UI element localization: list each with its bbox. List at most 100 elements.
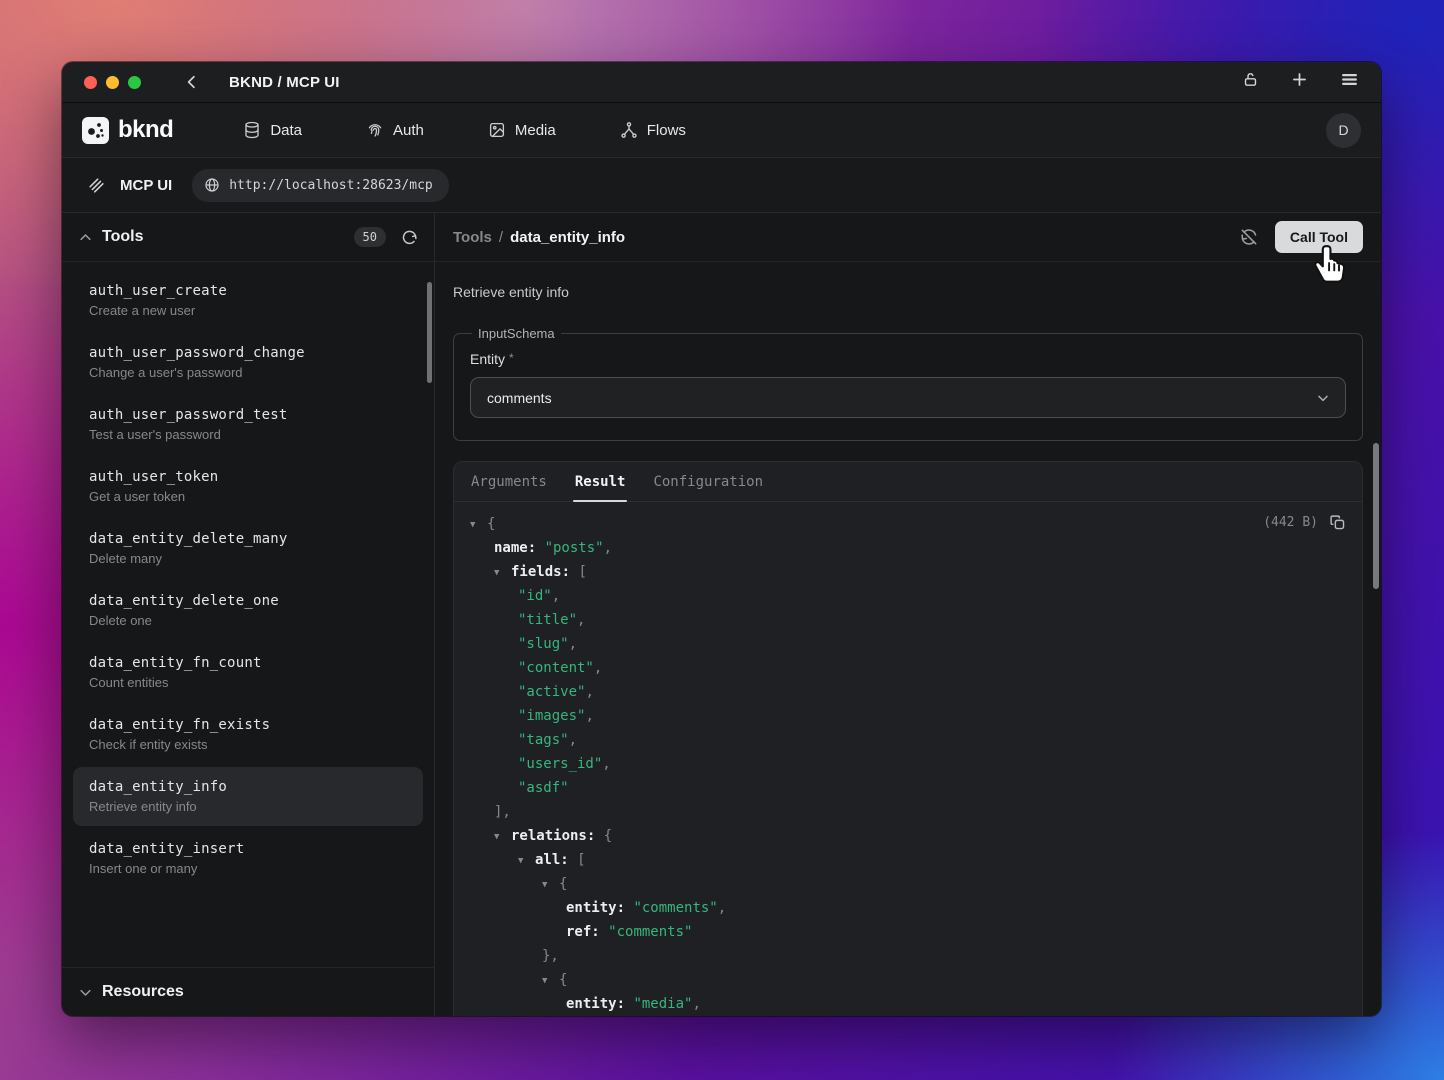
tool-desc: Count entities: [89, 675, 407, 690]
tool-desc: Test a user's password: [89, 427, 407, 442]
tool-list-item-auth_user_password_test[interactable]: auth_user_password_test Test a user's pas…: [73, 395, 423, 454]
breadcrumb-section[interactable]: Tools: [453, 229, 492, 246]
json-result-viewer: (442 B) ▼{name: "posts",▼fields: ["id","…: [454, 502, 1362, 1016]
json-line: ▼fields: [: [470, 560, 1346, 584]
nav-item-data[interactable]: Data: [243, 121, 302, 139]
entity-select[interactable]: comments: [470, 377, 1346, 418]
tool-name: data_entity_delete_many: [89, 531, 407, 547]
collapse-caret-icon[interactable]: ▼: [542, 969, 559, 993]
back-icon[interactable]: [183, 73, 201, 91]
collapse-caret-icon[interactable]: ▼: [494, 825, 511, 849]
app-nav-bar: bknd Data Auth Media Flows D: [62, 103, 1381, 158]
resources-section-header[interactable]: Resources: [62, 967, 434, 1016]
tool-name: data_entity_insert: [89, 841, 407, 857]
json-punctuation: {: [559, 876, 567, 892]
tool-list-item-data_entity_delete_many[interactable]: data_entity_delete_manyDelete many: [73, 519, 423, 578]
json-string-value: "media": [633, 996, 692, 1012]
nav-item-label: Media: [515, 122, 556, 139]
json-line: "asdf": [470, 776, 1346, 800]
tool-list-item-auth_user_password_change[interactable]: auth_user_password_changeChange a user's…: [73, 333, 423, 392]
nav-item-label: Data: [270, 122, 302, 139]
json-string-value: "comments": [633, 900, 717, 916]
tool-name: data_entity_fn_exists: [89, 717, 407, 733]
tab-configuration[interactable]: Configuration: [651, 462, 765, 501]
json-key: name:: [494, 540, 545, 556]
fingerprint-icon: [366, 121, 384, 139]
tool-list-item-data_entity_delete_one[interactable]: data_entity_delete_oneDelete one: [73, 581, 423, 640]
json-string-value: "posts": [545, 540, 604, 556]
content-scrollbar[interactable]: [1373, 443, 1379, 589]
tool-list-item-data_entity_fn_count[interactable]: data_entity_fn_countCount entities: [73, 643, 423, 702]
json-punctuation: ,: [718, 900, 726, 916]
breadcrumb-separator: /: [499, 229, 503, 246]
call-tool-button[interactable]: Call Tool: [1275, 221, 1363, 253]
window-title: BKND / MCP UI: [229, 74, 340, 91]
json-punctuation: ,: [569, 732, 577, 748]
nav-item-label: Flows: [647, 122, 686, 139]
tool-desc: Change a user's password: [89, 365, 407, 380]
tool-list-item-auth_user_token[interactable]: auth_user_tokenGet a user token: [73, 457, 423, 516]
collapse-caret-icon[interactable]: ▼: [542, 873, 559, 897]
json-string-value: "asdf": [518, 780, 569, 796]
json-line: ▼relations: {: [470, 824, 1346, 848]
json-meta: (442 B): [1263, 514, 1346, 531]
json-punctuation: },: [542, 948, 559, 964]
sidebar-scrollbar[interactable]: [427, 282, 432, 383]
collapse-caret-icon[interactable]: ▼: [470, 513, 487, 537]
tool-list-item-data_entity_insert[interactable]: data_entity_insertInsert one or many: [73, 829, 423, 888]
tool-name: auth_user_password_test: [89, 407, 407, 423]
tab-result[interactable]: Result: [573, 462, 628, 501]
tool-list-item-data_entity_fn_exists[interactable]: data_entity_fn_existsCheck if entity exi…: [73, 705, 423, 764]
close-window-button[interactable]: [84, 76, 97, 89]
collapse-caret-icon[interactable]: ▼: [518, 849, 535, 873]
entity-field-label-row: Entity*: [470, 351, 1346, 367]
json-line: "content",: [470, 656, 1346, 680]
refresh-tools-icon[interactable]: [401, 229, 418, 246]
nav-item-flows[interactable]: Flows: [620, 121, 686, 139]
tool-detail-header: Tools / data_entity_info Call Tool: [435, 213, 1381, 262]
json-punctuation: {: [487, 516, 495, 532]
tool-name: data_entity_info: [89, 779, 407, 795]
nav-item-media[interactable]: Media: [488, 121, 556, 139]
json-key: entity:: [566, 996, 633, 1012]
collapse-caret-icon[interactable]: ▼: [494, 561, 511, 585]
tool-list: auth_user_createCreate a new userauth_us…: [62, 262, 434, 967]
tools-section-header[interactable]: Tools 50: [62, 213, 434, 262]
zoom-window-button[interactable]: [128, 76, 141, 89]
tool-list-item-auth_user_create[interactable]: auth_user_createCreate a new user: [73, 271, 423, 330]
json-key: ref:: [566, 924, 608, 940]
result-size-label: (442 B): [1263, 515, 1318, 530]
input-schema-legend: InputSchema: [472, 326, 561, 341]
json-string-value: "title": [518, 612, 577, 628]
json-line: "users_id",: [470, 752, 1346, 776]
json-string-value: "users_id": [518, 756, 602, 772]
mcp-bar: MCP UI http://localhost:28623/mcp: [62, 158, 1381, 213]
user-avatar[interactable]: D: [1326, 113, 1361, 148]
json-string-value: "tags": [518, 732, 569, 748]
tool-name: data_entity_delete_one: [89, 593, 407, 609]
json-line: ▼{: [470, 968, 1346, 992]
copy-icon[interactable]: [1329, 514, 1346, 531]
brand-logo[interactable]: bknd: [82, 116, 173, 144]
lock-open-icon[interactable]: [1242, 71, 1259, 93]
mcp-url-pill[interactable]: http://localhost:28623/mcp: [192, 169, 449, 202]
new-tab-plus-icon[interactable]: [1290, 70, 1309, 94]
tools-header-label: Tools: [102, 228, 143, 246]
minimize-window-button[interactable]: [106, 76, 119, 89]
nav-item-auth[interactable]: Auth: [366, 121, 424, 139]
json-punctuation: ,: [577, 612, 585, 628]
tab-arguments[interactable]: Arguments: [469, 462, 549, 501]
json-line: ▼{: [470, 512, 1346, 536]
mcp-page-title: MCP UI: [120, 177, 172, 194]
json-line: "slug",: [470, 632, 1346, 656]
json-key: all:: [535, 852, 577, 868]
json-string-value: "comments": [608, 924, 692, 940]
menu-hamburger-icon[interactable]: [1340, 70, 1359, 94]
json-punctuation: ],: [494, 804, 511, 820]
entity-select-value: comments: [487, 390, 552, 406]
tool-list-item-data_entity_info[interactable]: data_entity_infoRetrieve entity info: [73, 767, 423, 826]
json-string-value: "active": [518, 684, 585, 700]
tool-detail-panel: Tools / data_entity_info Call Tool Retri…: [435, 213, 1381, 1016]
auto-refresh-off-icon[interactable]: [1239, 227, 1259, 247]
tool-desc: Create a new user: [89, 303, 407, 318]
